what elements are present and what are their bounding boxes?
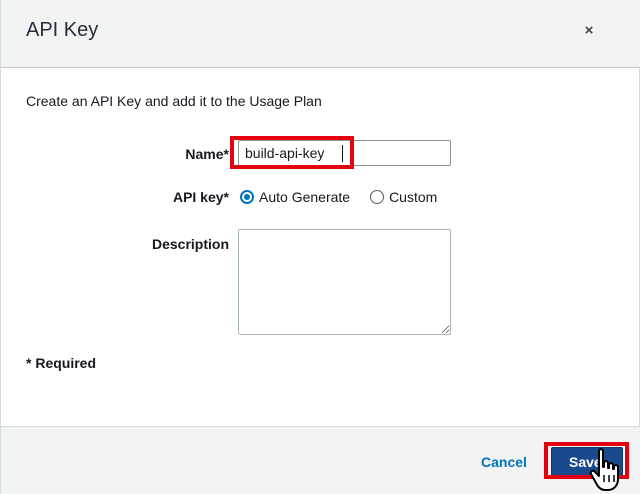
radio-button-auto-generate[interactable] [240,190,254,204]
radio-label-custom: Custom [389,189,438,205]
text-caret [342,145,343,162]
dialog-footer: Cancel Save [1,426,640,494]
dialog-title: API Key [26,19,99,41]
dialog-intro-text: Create an API Key and add it to the Usag… [26,93,322,109]
radio-option-auto-generate[interactable]: Auto Generate [240,189,350,205]
cancel-button[interactable]: Cancel [481,454,527,470]
api-key-dialog: API Key × Create an API Key and add it t… [0,0,640,494]
radio-label-auto-generate: Auto Generate [259,189,351,205]
close-icon[interactable]: × [579,20,599,40]
save-button[interactable]: Save [551,447,623,477]
radio-option-custom[interactable]: Custom [370,189,437,205]
description-textarea[interactable] [238,229,451,335]
name-input[interactable] [238,140,451,166]
api-key-label: API key* [172,189,229,205]
name-label: Name* [185,146,229,162]
dialog-header: API Key × [1,0,640,68]
description-label: Description [151,236,229,252]
required-note: * Required [26,355,97,371]
api-key-radio-group: Auto Generate Custom [240,187,437,207]
radio-button-custom[interactable] [370,190,385,204]
